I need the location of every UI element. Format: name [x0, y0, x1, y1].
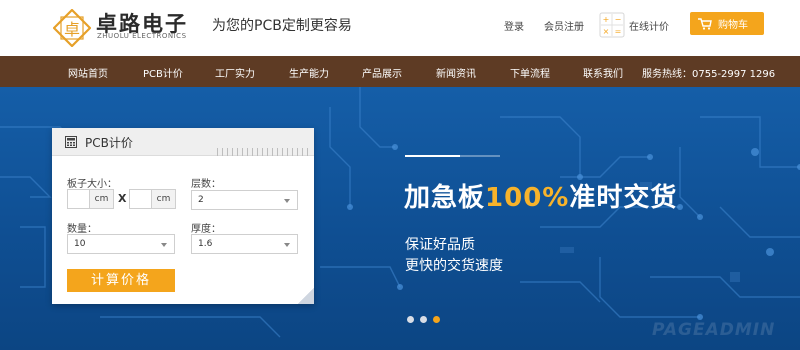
quantity-label: 数量： — [67, 224, 97, 235]
slide-dot-2[interactable] — [420, 316, 427, 323]
svg-text:+: + — [603, 15, 610, 24]
chevron-down-icon — [161, 243, 167, 247]
brand-english: ZHUOLU ELECTRONICS — [97, 32, 187, 40]
ruler-decoration — [217, 148, 312, 156]
headline-highlight: 100% — [485, 183, 570, 213]
cart-icon — [698, 17, 712, 30]
chevron-down-icon — [284, 243, 290, 247]
online-quote-link[interactable]: 在线计价 — [629, 18, 669, 33]
quantity-value: 10 — [74, 239, 86, 249]
cart-button[interactable]: 购物车 — [690, 12, 764, 35]
calculator-small-icon — [65, 136, 77, 148]
banner-headline: 加急板100%准时交货 — [404, 177, 677, 214]
logo-char: 卓 — [64, 20, 80, 39]
nav-item-order-process[interactable]: 下单流程 — [510, 65, 550, 80]
cart-label: 购物车 — [718, 20, 748, 31]
svg-text:−: − — [615, 15, 622, 24]
svg-text:=: = — [615, 27, 622, 36]
pcb-seal-logo-icon[interactable]: 卓 — [53, 9, 91, 47]
nav-item-pcb-quote[interactable]: PCB计价 — [143, 65, 183, 80]
headline-pre: 加急板 — [404, 183, 486, 213]
headline-divider — [405, 155, 460, 157]
service-hotline: 服务热线：0755-2997 1296 — [642, 69, 776, 80]
board-height-input[interactable]: cm — [129, 189, 176, 209]
panel-header: PCB计价 — [52, 128, 314, 156]
banner-subtitle-2: 更快的交货速度 — [405, 258, 503, 274]
calculate-price-button[interactable]: 计算价格 — [67, 269, 175, 292]
page-curl-decoration — [298, 288, 314, 304]
register-link[interactable]: 会员注册 — [544, 18, 584, 33]
thickness-label: 厚度： — [191, 224, 221, 235]
banner-subtitle-1: 保证好品质 — [405, 237, 475, 253]
layers-label: 层数： — [191, 179, 221, 190]
slogan: 为您的PCB定制更容易 — [212, 18, 352, 34]
quantity-select[interactable]: 10 — [67, 234, 175, 254]
login-link[interactable]: 登录 — [504, 18, 524, 33]
svg-text:×: × — [603, 27, 610, 36]
nav-item-products[interactable]: 产品展示 — [362, 65, 402, 80]
thickness-select[interactable]: 1.6 — [191, 234, 298, 254]
size-separator: X — [118, 192, 127, 205]
nav-item-factory[interactable]: 工厂实力 — [215, 65, 255, 80]
main-nav: 网站首页 PCB计价 工厂实力 生产能力 产品展示 新闻资讯 下单流程 联系我们… — [0, 56, 800, 87]
nav-item-contact[interactable]: 联系我们 — [583, 65, 623, 80]
layers-value: 2 — [198, 195, 204, 205]
headline-post: 准时交货 — [569, 183, 678, 213]
headline-divider-faint — [460, 155, 500, 157]
site-header: 卓 卓路电子 ZHUOLU ELECTRONICS 为您的PCB定制更容易 登录… — [0, 0, 800, 56]
layers-select[interactable]: 2 — [191, 190, 298, 210]
nav-item-home[interactable]: 网站首页 — [68, 65, 108, 80]
board-size-label: 板子大小： — [67, 179, 117, 190]
nav-item-capability[interactable]: 生产能力 — [289, 65, 329, 80]
height-unit: cm — [151, 190, 175, 208]
slide-dot-1[interactable] — [407, 316, 414, 323]
nav-item-news[interactable]: 新闻资讯 — [436, 65, 476, 80]
calculator-icon[interactable]: + − × = — [599, 12, 625, 38]
board-width-input[interactable]: cm — [67, 189, 114, 209]
slide-dot-3[interactable] — [433, 316, 440, 323]
thickness-value: 1.6 — [198, 239, 213, 249]
watermark: PAGEADMIN — [652, 320, 776, 340]
chevron-down-icon — [284, 199, 290, 203]
panel-title: PCB计价 — [85, 136, 133, 150]
width-unit: cm — [89, 190, 113, 208]
